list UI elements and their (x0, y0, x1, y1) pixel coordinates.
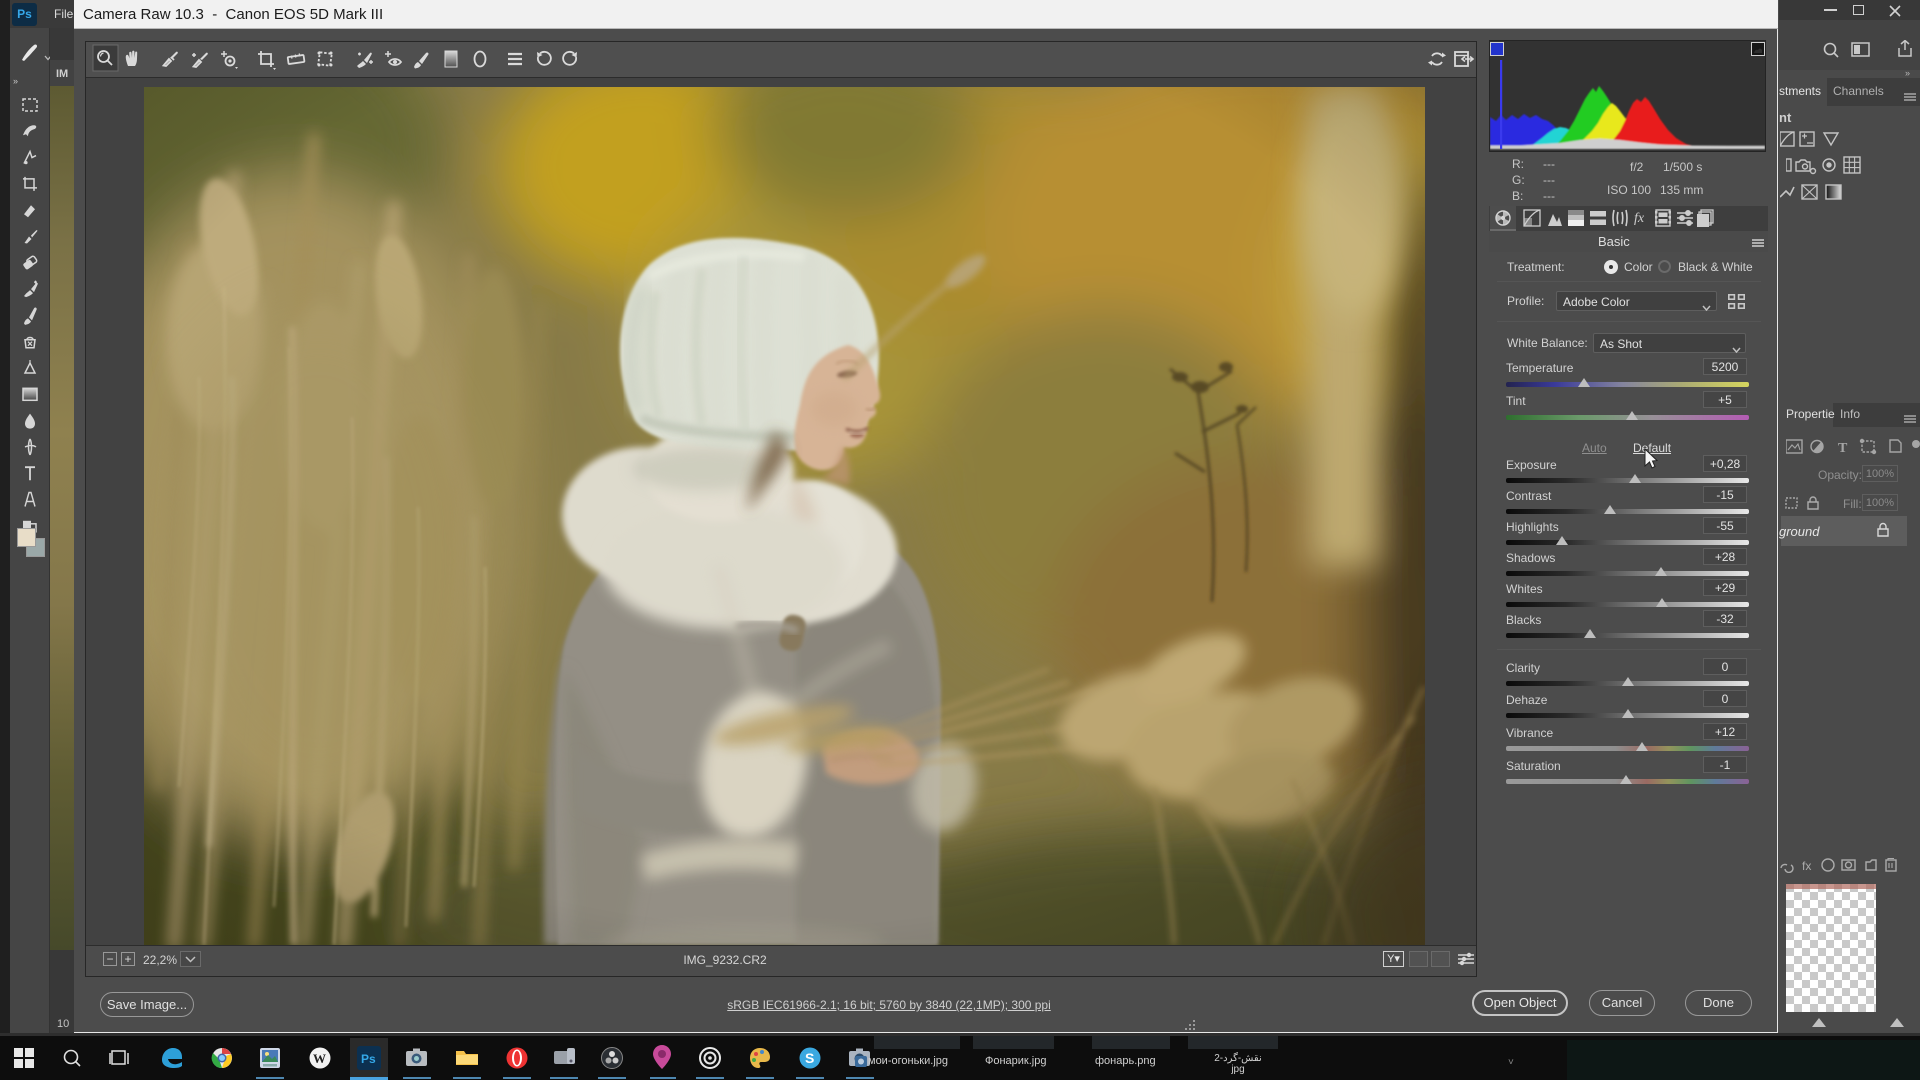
svg-text:T: T (1838, 441, 1848, 456)
svg-text:W: W (313, 1051, 326, 1066)
svg-text:fx: fx (1634, 211, 1645, 226)
svg-text:S: S (805, 1050, 814, 1066)
svg-text:fx: fx (1802, 859, 1811, 873)
svg-text:Ps: Ps (361, 1052, 376, 1066)
